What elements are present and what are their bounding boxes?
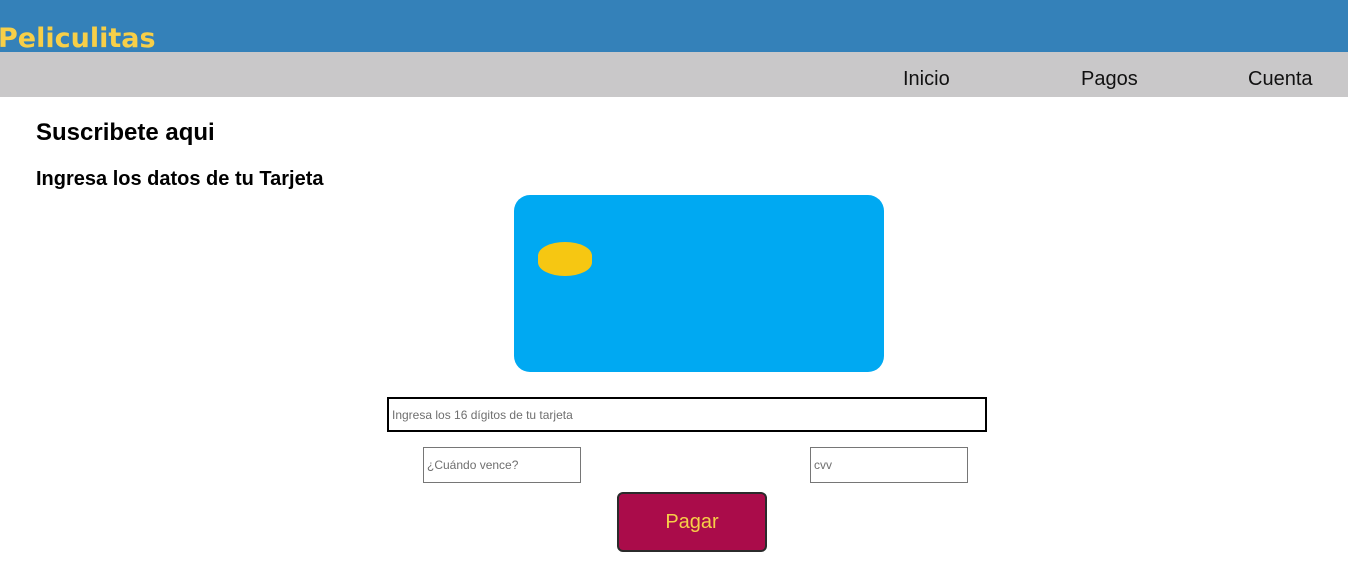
brand-logo[interactable]: Peliculitas	[0, 22, 156, 56]
pay-button[interactable]: Pagar	[617, 492, 767, 552]
page-title: Suscribete aqui	[36, 119, 215, 146]
header-bar: Peliculitas	[0, 0, 1348, 54]
card-number-input[interactable]	[387, 397, 987, 432]
expiry-date-input[interactable]	[423, 447, 581, 483]
nav-item-inicio[interactable]: Inicio	[903, 67, 950, 91]
card-chip-icon	[538, 242, 592, 276]
nav-bar: Inicio Pagos Cuenta	[0, 52, 1348, 97]
credit-card-illustration	[514, 195, 884, 372]
nav-item-cuenta[interactable]: Cuenta	[1248, 67, 1313, 91]
cvv-input[interactable]	[810, 447, 968, 483]
nav-item-pagos[interactable]: Pagos	[1081, 67, 1138, 91]
page-subtitle: Ingresa los datos de tu Tarjeta	[36, 168, 324, 190]
